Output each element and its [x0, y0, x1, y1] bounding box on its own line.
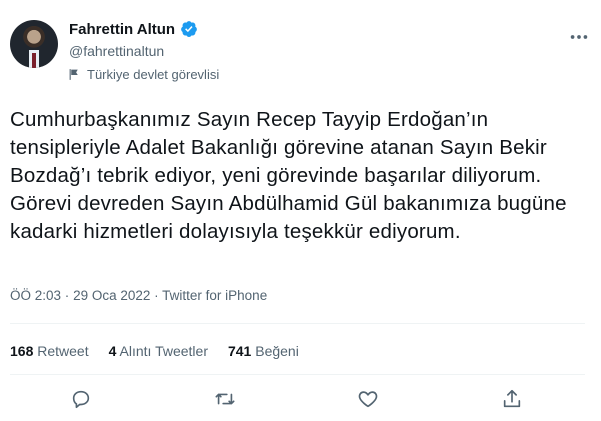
flag-icon: [69, 69, 78, 80]
account-label-text: Türkiye devlet görevlisi: [87, 67, 220, 82]
like-button[interactable]: [357, 388, 381, 412]
divider-bottom: [10, 374, 585, 375]
likes-count: 741: [227, 343, 252, 359]
name-row: Fahrettin Altun: [69, 20, 198, 38]
quotes-stat[interactable]: 4 Alıntı Tweetler: [109, 343, 208, 359]
likes-label: Beğeni: [255, 343, 299, 359]
quotes-count: 4: [108, 343, 117, 359]
verified-badge-icon: [181, 21, 197, 37]
tweet-time[interactable]: ÖÖ 2:03: [10, 288, 61, 303]
tweet-meta: ÖÖ 2:03 · 29 Oca 2022 · Twitter for iPho…: [10, 288, 267, 303]
retweets-label: Retweet: [37, 343, 89, 359]
tweet-text: Cumhurbaşkanımız Sayın Recep Tayyip Erdo…: [10, 108, 567, 243]
account-label: Türkiye devlet görevlisi: [68, 67, 219, 82]
avatar[interactable]: [10, 20, 58, 68]
tweet-stats: 168 Retweet 4 Alıntı Tweetler 741 Beğeni: [10, 343, 319, 359]
avatar-tie: [32, 53, 36, 68]
reply-icon: [72, 390, 90, 409]
tweet-source[interactable]: Twitter for iPhone: [162, 288, 267, 303]
reply-button[interactable]: [70, 388, 94, 412]
more-icon[interactable]: [568, 26, 590, 48]
share-icon: [503, 389, 521, 408]
divider-top: [10, 323, 585, 324]
author-name[interactable]: Fahrettin Altun: [69, 21, 175, 38]
retweets-count: 168: [10, 343, 34, 359]
likes-stat[interactable]: 741 Beğeni: [228, 343, 299, 359]
retweet-button[interactable]: [214, 388, 238, 412]
author-handle[interactable]: @fahrettinaltun: [69, 43, 164, 59]
tweet-date[interactable]: 29 Oca 2022: [73, 288, 150, 303]
heart-icon: [359, 391, 378, 408]
tweet-header: Fahrettin Altun @fahrettinaltun Türkiye …: [10, 12, 590, 92]
share-button[interactable]: [501, 388, 525, 412]
retweet-icon: [215, 393, 235, 405]
action-bar: [10, 388, 585, 412]
retweets-stat[interactable]: 168 Retweet: [10, 343, 89, 359]
quotes-label: Alıntı Tweetler: [119, 343, 208, 359]
